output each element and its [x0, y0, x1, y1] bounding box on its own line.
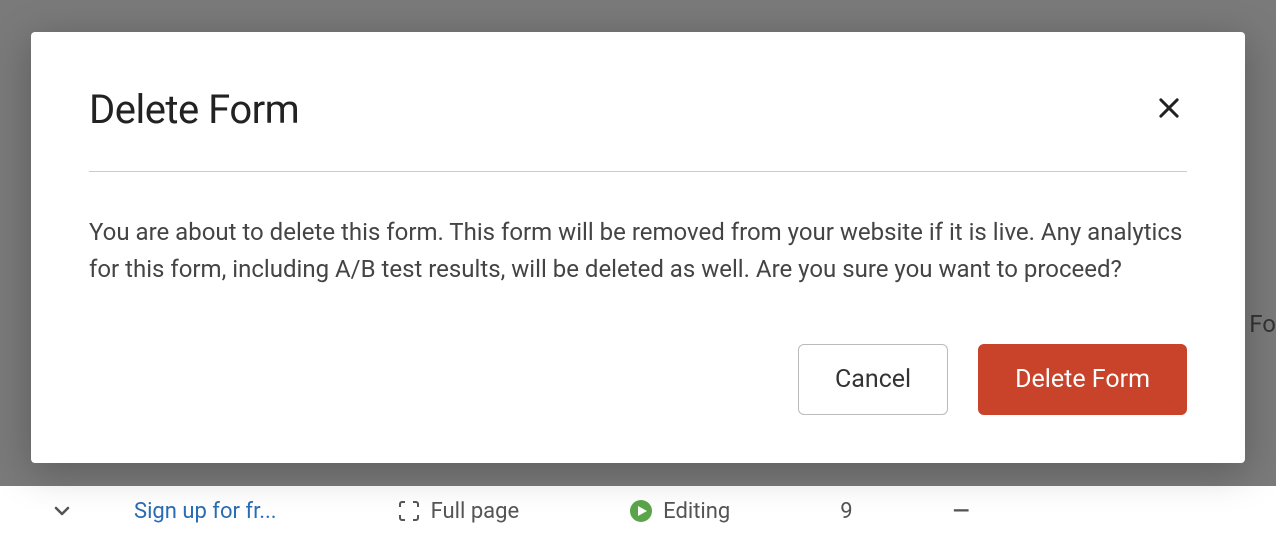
modal-overlay: Delete Form You are about to delete this…	[0, 0, 1276, 536]
close-icon	[1155, 94, 1183, 122]
close-button[interactable]	[1151, 90, 1187, 126]
modal-footer: Cancel Delete Form	[89, 344, 1187, 415]
delete-form-button[interactable]: Delete Form	[978, 344, 1187, 415]
modal-divider	[89, 171, 1187, 172]
modal-title: Delete Form	[89, 86, 299, 133]
delete-form-modal: Delete Form You are about to delete this…	[31, 32, 1245, 463]
modal-header: Delete Form	[89, 86, 1187, 133]
modal-body-text: You are about to delete this form. This …	[89, 214, 1187, 288]
cancel-button[interactable]: Cancel	[798, 344, 948, 415]
